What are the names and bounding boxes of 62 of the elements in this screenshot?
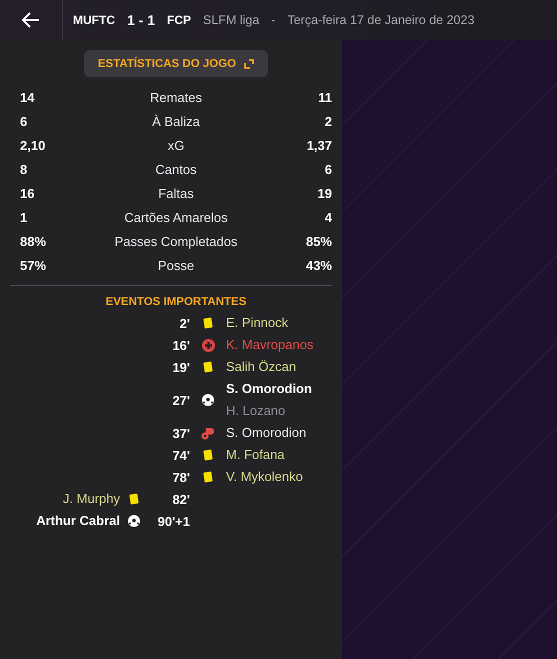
separator-text: -	[271, 13, 276, 27]
competition-name: SLFM liga	[203, 13, 260, 27]
stat-label: Posse	[158, 258, 194, 272]
away-stat-value: 6	[324, 162, 332, 176]
home-stat-value: 16	[20, 186, 34, 200]
player-name: Salih Özcan	[226, 358, 296, 376]
home-stat-value: 88%	[20, 234, 46, 248]
away-stat-value: 85%	[306, 234, 332, 248]
stat-label: Cartões Amarelos	[124, 210, 228, 224]
stat-label: Remates	[150, 90, 202, 104]
home-team: MUFTC	[73, 13, 115, 27]
event-minute: 90'+1	[158, 514, 190, 528]
match-date: Terça-feira 17 de Janeiro de 2023	[287, 13, 474, 27]
external-link-icon	[244, 58, 254, 68]
player-name: K. Mavropanos	[226, 336, 314, 354]
medical-cross-icon	[202, 338, 214, 352]
player-name: E. Pinnock	[226, 314, 288, 332]
event-minute: 78'	[172, 470, 190, 484]
event-minute: 27'	[172, 392, 190, 408]
away-stat-value: 19	[318, 186, 332, 200]
stat-label: À Baliza	[152, 114, 200, 128]
away-stat-value: 2	[324, 114, 332, 128]
event-minute: 19'	[172, 360, 190, 374]
booking-card-icon	[203, 317, 213, 329]
player-name: Arthur Cabral	[36, 512, 120, 530]
home-stat-value: 1	[20, 210, 28, 224]
ball-icon	[128, 515, 140, 527]
ball-icon	[202, 394, 214, 406]
stat-label: Passes Completados	[114, 234, 238, 248]
player-name: S. Omorodion	[226, 424, 306, 442]
player-name: J. Murphy	[62, 490, 120, 508]
event-minute: 74'	[172, 448, 190, 462]
event-minute: 16'	[172, 338, 190, 352]
away-stat-value: 1,37	[306, 138, 332, 152]
stat-label: Cantos	[155, 162, 197, 176]
player-name: V. Mykolenko	[226, 468, 303, 486]
back-arrow-icon	[22, 12, 40, 28]
booking-card-icon	[203, 361, 213, 373]
shot-icon	[201, 426, 215, 440]
events-title: EVENTOS IMPORTANTES	[106, 296, 246, 308]
event-minute: 2'	[180, 316, 190, 330]
home-stat-value: 6	[20, 114, 28, 128]
home-stat-value: 2,10	[20, 138, 46, 152]
booking-card-icon	[203, 449, 213, 461]
player-name: M. Fofana	[226, 446, 285, 464]
event-minute: 82'	[172, 492, 190, 506]
match-score: 1 - 1	[127, 12, 156, 28]
booking-card-icon	[129, 493, 139, 505]
stat-label: xG	[168, 138, 184, 152]
player-name: H. Lozano	[226, 402, 286, 420]
away-stat-value: 11	[318, 90, 332, 104]
match-stats-button[interactable]: ESTATÍSTICAS DO JOGO	[84, 50, 268, 77]
away-stat-value: 43%	[306, 258, 332, 272]
home-stat-value: 57%	[20, 258, 46, 272]
player-name: S. Omorodion	[226, 380, 312, 398]
away-stat-value: 4	[324, 210, 332, 224]
booking-card-icon	[203, 471, 213, 483]
stat-label: Faltas	[158, 186, 194, 200]
home-stat-value: 8	[20, 162, 28, 176]
away-team: FCP	[167, 13, 192, 27]
event-minute: 37'	[172, 426, 190, 440]
home-stat-value: 14	[20, 90, 34, 104]
